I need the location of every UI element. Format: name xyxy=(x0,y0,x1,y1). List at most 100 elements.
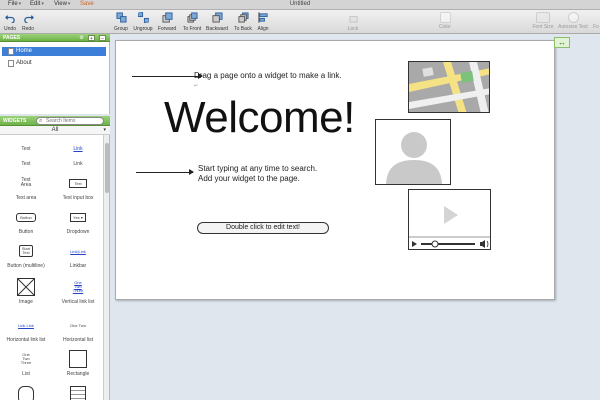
widget-text[interactable]: Text Text xyxy=(0,137,52,167)
page-item-home[interactable]: Home xyxy=(2,47,106,56)
widget-preview: Link xyxy=(73,146,83,152)
widget-preview: One Two xyxy=(70,322,86,328)
pages-panel-title: PAGES xyxy=(3,35,21,41)
widget-scrollbar[interactable] xyxy=(103,135,109,400)
widget-horizontal-list[interactable]: One Two Horizontal list xyxy=(52,313,104,344)
page-icon xyxy=(8,60,14,67)
widget-label: Text input box xyxy=(62,195,94,201)
autosize-text-label: Autosize Text xyxy=(558,24,588,30)
widget-text-area[interactable]: Text Area Text area xyxy=(0,171,52,202)
backward-button[interactable]: Backward xyxy=(205,12,229,32)
widget-image[interactable]: Image xyxy=(0,275,52,305)
redo-button[interactable]: Redo xyxy=(21,12,35,32)
widget-label: Rectangle xyxy=(66,371,90,377)
welcome-heading[interactable]: Welcome! xyxy=(164,94,355,142)
color-button[interactable]: Color xyxy=(438,12,452,30)
widget-label: Text area xyxy=(15,195,37,201)
widget-horizontal-link-list[interactable]: Link Link Horizontal link list xyxy=(0,313,52,344)
widget-filter-value: All xyxy=(51,127,59,133)
align-icon xyxy=(257,12,268,23)
group-button[interactable]: Group xyxy=(113,12,129,32)
widget-label: Link xyxy=(73,161,83,167)
widget-label: List xyxy=(22,371,30,377)
widget-rounded-rectangle[interactable] xyxy=(0,383,52,400)
toolbar: Undo Redo Group Ungroup Forward To Front… xyxy=(0,10,600,34)
canvas-area: Drag a page onto a widget to make a link… xyxy=(110,34,600,400)
widget-dropdown[interactable]: Yes ▾ Dropdown xyxy=(52,205,104,235)
align-label: Align xyxy=(257,26,269,32)
lock-button[interactable]: Lock xyxy=(346,12,360,32)
ungroup-button[interactable]: Ungroup xyxy=(133,11,153,32)
autosize-icon xyxy=(567,12,579,23)
widget-label: Text xyxy=(21,161,31,167)
widget-label: Button xyxy=(18,229,34,235)
bring-forward-icon xyxy=(161,12,173,23)
group-icon xyxy=(115,12,127,23)
color-label: Color xyxy=(439,24,451,30)
widget-table[interactable] xyxy=(52,383,104,400)
widget-button[interactable]: Button Button xyxy=(0,205,52,235)
lock-icon xyxy=(348,16,358,23)
widgets-panel-title: WIDGETS xyxy=(3,118,27,124)
scrollbar-thumb[interactable] xyxy=(105,143,109,193)
ungroup-label: Ungroup xyxy=(133,26,153,32)
menu-bar: File▾ Edit▾ View▾ Save Untitled xyxy=(0,0,600,10)
align-button[interactable]: Align xyxy=(256,12,270,32)
undo-label: Undo xyxy=(4,26,16,32)
pages-list: Home About xyxy=(0,42,110,114)
page-icon xyxy=(8,48,14,55)
hint-search-line1: Start typing at any time to search. xyxy=(198,164,318,173)
widget-list[interactable]: One Two Three List xyxy=(0,347,52,378)
video-widget[interactable] xyxy=(408,189,491,250)
to-front-button[interactable]: To Front xyxy=(181,12,203,32)
to-back-button[interactable]: To Back xyxy=(233,12,253,32)
group-label: Group xyxy=(114,26,128,32)
widget-linkbar[interactable]: Link|Link Linkbar xyxy=(52,239,104,270)
remove-page-button[interactable]: – xyxy=(99,35,106,42)
pages-panel-header: PAGES ⚙ + – xyxy=(0,34,110,42)
arrow-right-icon xyxy=(136,169,194,175)
widget-preview: Text xyxy=(21,146,31,152)
gear-icon: ⚙ xyxy=(79,35,84,41)
image-widget[interactable] xyxy=(375,119,451,185)
widget-search[interactable]: ⌕ xyxy=(36,117,104,125)
widget-label: Horizontal list xyxy=(62,337,93,343)
widget-preview: Link|Link xyxy=(70,248,86,254)
widget-vertical-link-list[interactable]: One Two Three Vertical link list xyxy=(52,275,104,306)
arrow-right-icon xyxy=(132,73,203,79)
undo-icon xyxy=(4,15,15,24)
widget-filter-dropdown[interactable]: All ▾ xyxy=(0,126,110,135)
image-placeholder-icon xyxy=(17,278,35,296)
undo-button[interactable]: Undo xyxy=(3,12,17,32)
font-size-button[interactable]: Font Size xyxy=(531,12,555,30)
redo-label: Redo xyxy=(22,26,34,32)
chevron-down-icon: ▾ xyxy=(80,214,83,220)
widget-link[interactable]: Link Link xyxy=(52,137,104,167)
editable-button-widget[interactable]: Double click to edit text! xyxy=(197,222,329,234)
pages-settings-button[interactable]: ⚙ xyxy=(78,35,85,41)
map-widget[interactable] xyxy=(408,61,490,113)
expand-canvas-button[interactable]: ↔ xyxy=(554,37,570,48)
widget-text-input-box[interactable]: Text Text input box xyxy=(52,171,104,201)
bring-to-front-icon xyxy=(186,12,198,23)
autosize-text-button[interactable]: Autosize Text xyxy=(556,12,590,30)
widget-rectangle[interactable]: Rectangle xyxy=(52,347,104,377)
widget-preview: One Two Three xyxy=(20,352,32,365)
table-preview-icon xyxy=(70,386,86,400)
video-player-icon xyxy=(409,190,490,249)
page-item-label: About xyxy=(16,60,32,66)
send-backward-icon xyxy=(211,12,223,23)
add-page-button[interactable]: + xyxy=(88,35,95,42)
widget-preview: Yes xyxy=(73,214,80,220)
widget-label: Button (multiline) xyxy=(7,263,45,269)
page-item-about[interactable]: About xyxy=(2,59,106,68)
document-title: Untitled xyxy=(289,1,311,7)
search-icon: ⌕ xyxy=(39,118,43,124)
rounded-rectangle-preview-icon xyxy=(18,386,34,400)
widget-button-multiline[interactable]: Start Text Button (multiline) xyxy=(0,239,52,269)
forward-button[interactable]: Forward xyxy=(157,12,177,32)
widget-search-input[interactable] xyxy=(46,118,102,124)
page-canvas[interactable]: Drag a page onto a widget to make a link… xyxy=(115,40,555,300)
font-button[interactable]: Fo xyxy=(592,12,600,30)
widget-label: Linkbar xyxy=(69,263,87,269)
